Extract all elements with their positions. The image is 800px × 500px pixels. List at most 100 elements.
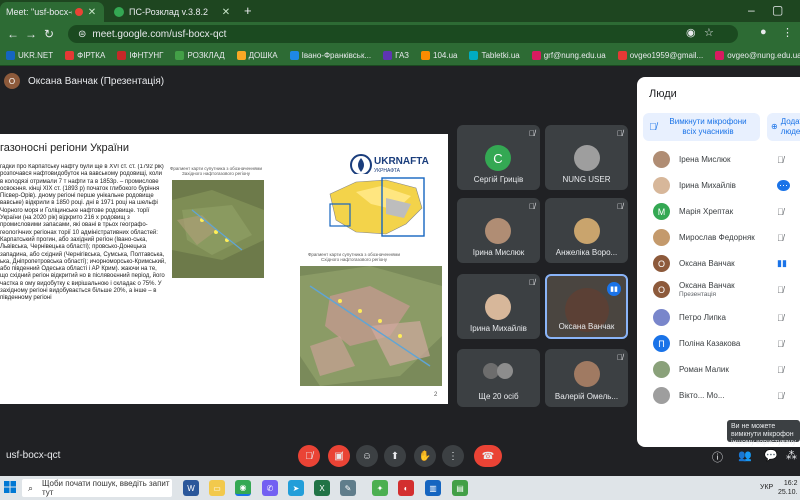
people-icon[interactable]: 👥: [738, 449, 752, 462]
participant-name-block: Мирослав Федорняк: [679, 233, 755, 242]
site-info-icon[interactable]: ⊜: [78, 29, 86, 40]
bookmark-label: Івано-Франківськ...: [301, 51, 372, 60]
app-icon[interactable]: ◐: [398, 480, 414, 496]
app-icon[interactable]: ✎: [340, 480, 356, 496]
excel-app-icon[interactable]: X: [314, 480, 330, 496]
bookmark-item[interactable]: РОЗКЛАД: [175, 51, 225, 60]
minimize-icon[interactable]: –: [748, 3, 755, 17]
reload-icon[interactable]: ↻: [40, 27, 58, 41]
mic-toggle-button[interactable]: 🎙̸: [298, 445, 320, 467]
mic-off-icon[interactable]: 🎙̸: [777, 313, 784, 323]
app-icon[interactable]: ▤: [452, 480, 468, 496]
participant-tile[interactable]: 🎙̸ NUNG USER: [545, 125, 628, 190]
bookmark-item[interactable]: Tabletki.ua: [469, 51, 520, 60]
participant-row[interactable]: П Поліна Казакова 🎙̸: [637, 331, 800, 356]
bookmark-item[interactable]: ФІРТКА: [65, 51, 105, 60]
bookmark-item[interactable]: ovgeo1959@gmail...: [617, 51, 703, 60]
more-participants-tile[interactable]: Ще 20 осіб: [457, 349, 540, 407]
mute-all-button[interactable]: 🎙̸ Вимкнути мікрофони всіх учасників: [643, 113, 760, 141]
bookmark-item[interactable]: ДОШКА: [236, 51, 278, 60]
slide-page-number: 2: [434, 392, 438, 398]
maximize-icon[interactable]: ▢: [772, 3, 783, 17]
address-bar[interactable]: ⊜ meet.google.com/usf-bocx-qct: [68, 25, 738, 43]
participant-row[interactable]: Ірена Мислюк 🎙̸: [637, 147, 800, 172]
mic-off-icon[interactable]: 🎙̸: [777, 391, 784, 401]
chat-icon[interactable]: 💬: [764, 449, 778, 462]
bookmark-item[interactable]: Івано-Франківськ...: [289, 51, 372, 60]
emoji-button[interactable]: ☺: [356, 445, 378, 467]
leave-call-button[interactable]: ☎: [474, 445, 502, 467]
taskbar-search-input[interactable]: ⌕ Щоби почати пошук, введіть запит тут: [22, 479, 172, 497]
activities-icon[interactable]: ⁂: [786, 449, 797, 462]
ukrnafta-logo-icon: [350, 154, 372, 176]
bookmark-favicon-icon: [65, 51, 75, 60]
participant-row[interactable]: Мирослав Федорняк 🎙̸: [637, 225, 800, 250]
bookmark-item[interactable]: ІФНТУНГ: [117, 51, 163, 60]
mic-off-icon[interactable]: 🎙̸: [777, 365, 784, 375]
participant-subtitle: Презентація: [679, 290, 717, 298]
new-tab-button[interactable]: +: [244, 3, 252, 18]
bookmark-star-icon[interactable]: ☆: [704, 26, 714, 39]
participant-tile-active-speaker[interactable]: ▮▮ Оксана Ванчак: [545, 274, 628, 339]
slide-body-text: гадки про Карпатську нафту були ще в XVI…: [0, 164, 166, 302]
participant-tile[interactable]: 🎙̸ С Сергій Гриців: [457, 125, 540, 190]
participant-tile[interactable]: 🎙̸ Валерій Омель...: [545, 349, 628, 407]
telegram-app-icon[interactable]: ➤: [288, 480, 304, 496]
participant-row[interactable]: Вікто... Мо... 🎙̸: [637, 383, 800, 408]
participant-row[interactable]: Роман Малик 🎙̸: [637, 357, 800, 382]
more-options-icon[interactable]: ⋯: [777, 180, 790, 191]
profile-icon[interactable]: ●: [760, 26, 767, 38]
bookmark-item[interactable]: UKR.NET: [6, 51, 53, 60]
clock[interactable]: 16:2 25.10.: [778, 479, 797, 497]
bookmark-favicon-icon: [421, 51, 431, 60]
camera-icon[interactable]: ◉: [686, 26, 696, 39]
bookmark-item[interactable]: grf@nung.edu.ua: [531, 51, 606, 60]
bookmark-label: ДОШКА: [248, 51, 278, 60]
word-app-icon[interactable]: W: [183, 480, 199, 496]
participant-row[interactable]: М Марія Хрептак 🎙̸: [637, 199, 800, 224]
mic-off-icon[interactable]: 🎙̸: [777, 339, 784, 349]
app-icon[interactable]: ✦: [372, 480, 388, 496]
participant-tile[interactable]: 🎙̸ Анжеліка Воро...: [545, 198, 628, 263]
mic-off-icon[interactable]: 🎙̸: [777, 285, 784, 295]
tab-meet[interactable]: Meet: "usf-bocx-qct" ✕: [0, 2, 104, 22]
camera-toggle-button[interactable]: ▣̸: [328, 445, 350, 467]
forward-icon[interactable]: →: [22, 27, 40, 41]
avatar: [574, 361, 600, 387]
raise-hand-button[interactable]: ✋: [414, 445, 436, 467]
bookmark-item[interactable]: ГАЗ: [383, 51, 409, 60]
participant-row[interactable]: Петро Липка 🎙̸: [637, 305, 800, 330]
participant-tile[interactable]: 🎙̸ Ірина Мислюк: [457, 198, 540, 263]
participant-row[interactable]: Ірина Михайлів ⋯: [637, 173, 800, 198]
meeting-info-icon[interactable]: ⓘ: [712, 449, 723, 465]
windows-start-icon[interactable]: [4, 481, 16, 493]
mic-off-icon[interactable]: 🎙̸: [777, 207, 784, 217]
back-icon[interactable]: ←: [4, 27, 22, 41]
avatar: [574, 145, 600, 171]
more-options-button[interactable]: ⋮: [442, 445, 464, 467]
language-indicator[interactable]: УКР: [760, 484, 773, 491]
file-explorer-icon[interactable]: ▭: [209, 480, 225, 496]
bookmark-favicon-icon: [617, 51, 627, 60]
close-icon[interactable]: ✕: [220, 7, 232, 18]
participant-row[interactable]: О Оксана Ванчак ▮▮: [637, 251, 800, 276]
viber-app-icon[interactable]: ✆: [262, 480, 278, 496]
add-person-icon: ⊕: [771, 122, 778, 131]
mic-off-icon[interactable]: 🎙̸: [777, 233, 784, 243]
participant-name: Мирослав Федорняк: [679, 233, 755, 242]
bookmark-item[interactable]: 104.ua: [421, 51, 457, 60]
speaking-indicator-icon[interactable]: ▮▮: [777, 258, 787, 269]
chrome-app-icon[interactable]: ◉: [235, 480, 251, 496]
participant-tile[interactable]: 🎙̸ Ірина Михайлів: [457, 274, 540, 339]
add-people-button[interactable]: ⊕ Додати людей: [767, 113, 800, 141]
present-button[interactable]: ⬆: [384, 445, 406, 467]
bookmark-item[interactable]: ovgeo@nung.edu.ua: [715, 51, 800, 60]
close-icon[interactable]: ✕: [86, 7, 98, 18]
menu-icon[interactable]: ⋮: [782, 26, 793, 39]
app-icon[interactable]: ▥: [425, 480, 441, 496]
mic-off-icon[interactable]: 🎙̸: [777, 155, 784, 165]
participant-row[interactable]: О Оксана Ванчак Презентація 🎙̸: [637, 277, 800, 302]
avatar: [485, 218, 511, 244]
avatar: [653, 387, 670, 404]
tab-schedule[interactable]: ПС-Розклад v.3.8.2 ✕: [108, 2, 238, 22]
